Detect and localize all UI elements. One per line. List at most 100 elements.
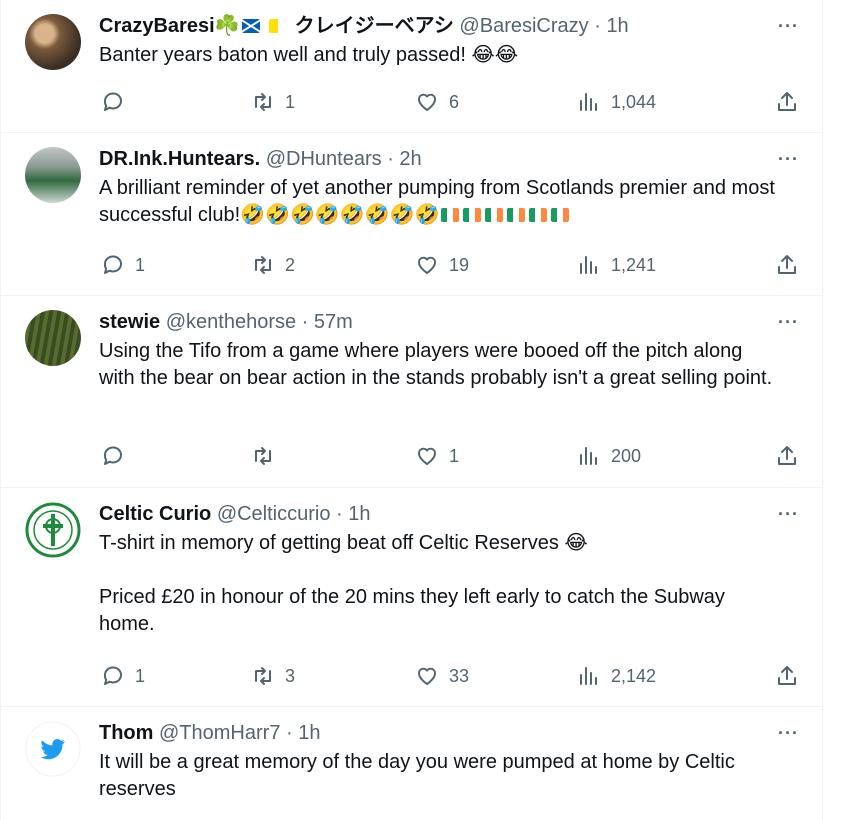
heart-icon: [418, 667, 436, 685]
views-icon: [580, 93, 597, 111]
tweet-header: DR.Ink.Huntears. @DHuntears · 2h ···: [99, 147, 799, 171]
more-options-button[interactable]: ···: [778, 14, 799, 38]
more-options-button[interactable]: ···: [778, 147, 799, 171]
reply-icon: [103, 255, 122, 274]
like-button[interactable]: 6: [415, 88, 459, 116]
reply-icon: [103, 446, 122, 465]
views-button[interactable]: 1,241: [577, 251, 656, 279]
reply-button[interactable]: 1: [101, 662, 145, 690]
retweet-button[interactable]: [251, 442, 285, 470]
timestamp[interactable]: 1h: [606, 15, 628, 37]
retweet-button[interactable]: 2: [251, 251, 295, 279]
view-count: 200: [611, 446, 642, 466]
timestamp[interactable]: 2h: [399, 148, 421, 170]
like-count: 33: [449, 666, 470, 686]
like-count: 19: [449, 255, 470, 275]
separator-dot: ·: [594, 15, 601, 37]
tweet-text: A brilliant reminder of yet another pump…: [99, 175, 783, 229]
celtic-curio-logo: [25, 502, 81, 558]
display-name[interactable]: Thom: [99, 722, 153, 744]
timeline: CrazyBaresi☘️ クレイジーベアシ @BaresiCrazy · 1h…: [0, 0, 823, 820]
views-icon: [580, 447, 597, 465]
tweet-text: Banter years baton well and truly passed…: [99, 44, 519, 66]
display-name[interactable]: CrazyBaresi☘️: [99, 15, 240, 37]
tweet[interactable]: stewie @kenthehorse · 57m ··· Using the …: [1, 296, 823, 488]
vatican-flag-icon: [269, 19, 288, 33]
timestamp[interactable]: 1h: [348, 503, 370, 525]
views-button[interactable]: 2,142: [577, 662, 656, 690]
like-button[interactable]: 19: [415, 251, 469, 279]
action-bar: 1 3 33 2,142: [99, 662, 799, 690]
share-button[interactable]: [775, 442, 799, 470]
separator-dot: ·: [387, 148, 394, 170]
action-bar: 1 200: [99, 442, 799, 470]
views-button[interactable]: 1,044: [577, 88, 656, 116]
view-count: 1,241: [611, 255, 657, 275]
retweet-button[interactable]: 1: [251, 88, 295, 116]
avatar[interactable]: [25, 310, 81, 366]
tweet-text: T-shirt in memory of getting beat off Ce…: [99, 532, 725, 635]
user-handle[interactable]: @ThomHarr7: [159, 722, 280, 744]
avatar[interactable]: [25, 721, 81, 777]
more-options-button[interactable]: ···: [778, 310, 799, 334]
like-count: 1: [449, 446, 460, 466]
tweet[interactable]: CrazyBaresi☘️ クレイジーベアシ @BaresiCrazy · 1h…: [1, 0, 823, 133]
heart-icon: [418, 256, 436, 274]
retweet-count: 2: [285, 255, 296, 275]
avatar[interactable]: [25, 14, 81, 70]
display-name[interactable]: stewie: [99, 311, 160, 333]
scotland-flag-icon: [241, 19, 260, 33]
reply-count: 1: [135, 666, 146, 686]
ireland-flag-icon: [529, 208, 548, 222]
timestamp[interactable]: 57m: [314, 311, 353, 333]
reply-count: 1: [135, 255, 146, 275]
like-button[interactable]: 33: [415, 662, 469, 690]
heart-icon: [418, 447, 436, 465]
display-name-jp[interactable]: クレイジーベアシ: [295, 15, 454, 37]
retweet-count: 1: [285, 92, 296, 112]
views-icon: [580, 256, 597, 274]
action-bar: 1 2 19 1,241: [99, 251, 799, 279]
reply-button[interactable]: [101, 442, 135, 470]
tweet[interactable]: Thom @ThomHarr7 · 1h ··· It will be a gr…: [1, 707, 823, 820]
ireland-flag-icon: [507, 208, 526, 222]
retweet-icon: [255, 256, 271, 274]
tweet-text: Using the Tifo from a game where players…: [99, 340, 773, 389]
more-options-button[interactable]: ···: [778, 721, 799, 745]
user-handle[interactable]: @DHuntears: [266, 148, 382, 170]
share-button[interactable]: [775, 88, 799, 116]
reply-button[interactable]: 1: [101, 251, 145, 279]
display-name[interactable]: DR.Ink.Huntears.: [99, 148, 260, 170]
tweet-header: CrazyBaresi☘️ クレイジーベアシ @BaresiCrazy · 1h…: [99, 14, 799, 38]
reply-icon: [103, 666, 122, 685]
ireland-flag-icon: [463, 208, 482, 222]
retweet-button[interactable]: 3: [251, 662, 295, 690]
user-handle[interactable]: @BaresiCrazy: [459, 15, 588, 37]
tweet[interactable]: DR.Ink.Huntears. @DHuntears · 2h ··· A b…: [1, 133, 823, 296]
views-button[interactable]: 200: [577, 442, 641, 470]
share-icon: [778, 666, 796, 685]
more-options-button[interactable]: ···: [778, 502, 799, 526]
share-button[interactable]: [775, 662, 799, 690]
retweet-icon: [255, 667, 271, 685]
views-icon: [580, 667, 597, 685]
reply-button[interactable]: [101, 88, 135, 116]
retweet-count: 3: [285, 666, 296, 686]
avatar[interactable]: [25, 147, 81, 203]
like-button[interactable]: 1: [415, 442, 459, 470]
separator-dot: ·: [286, 722, 293, 744]
tweet-text-body: A brilliant reminder of yet another pump…: [99, 177, 781, 226]
tweet[interactable]: Celtic Curio @Celticcurio · 1h ··· T-shi…: [1, 488, 823, 707]
user-handle[interactable]: @kenthehorse: [166, 311, 296, 333]
user-handle[interactable]: @Celticcurio: [217, 503, 331, 525]
share-icon: [778, 255, 796, 274]
separator-dot: ·: [301, 311, 309, 333]
share-button[interactable]: [775, 251, 799, 279]
display-name[interactable]: Celtic Curio: [99, 503, 211, 525]
view-count: 1,044: [611, 92, 657, 112]
retweet-icon: [255, 447, 271, 465]
timestamp[interactable]: 1h: [298, 722, 320, 744]
share-icon: [778, 92, 796, 111]
tweet-text: It will be a great memory of the day you…: [99, 751, 741, 800]
avatar[interactable]: [25, 502, 81, 558]
